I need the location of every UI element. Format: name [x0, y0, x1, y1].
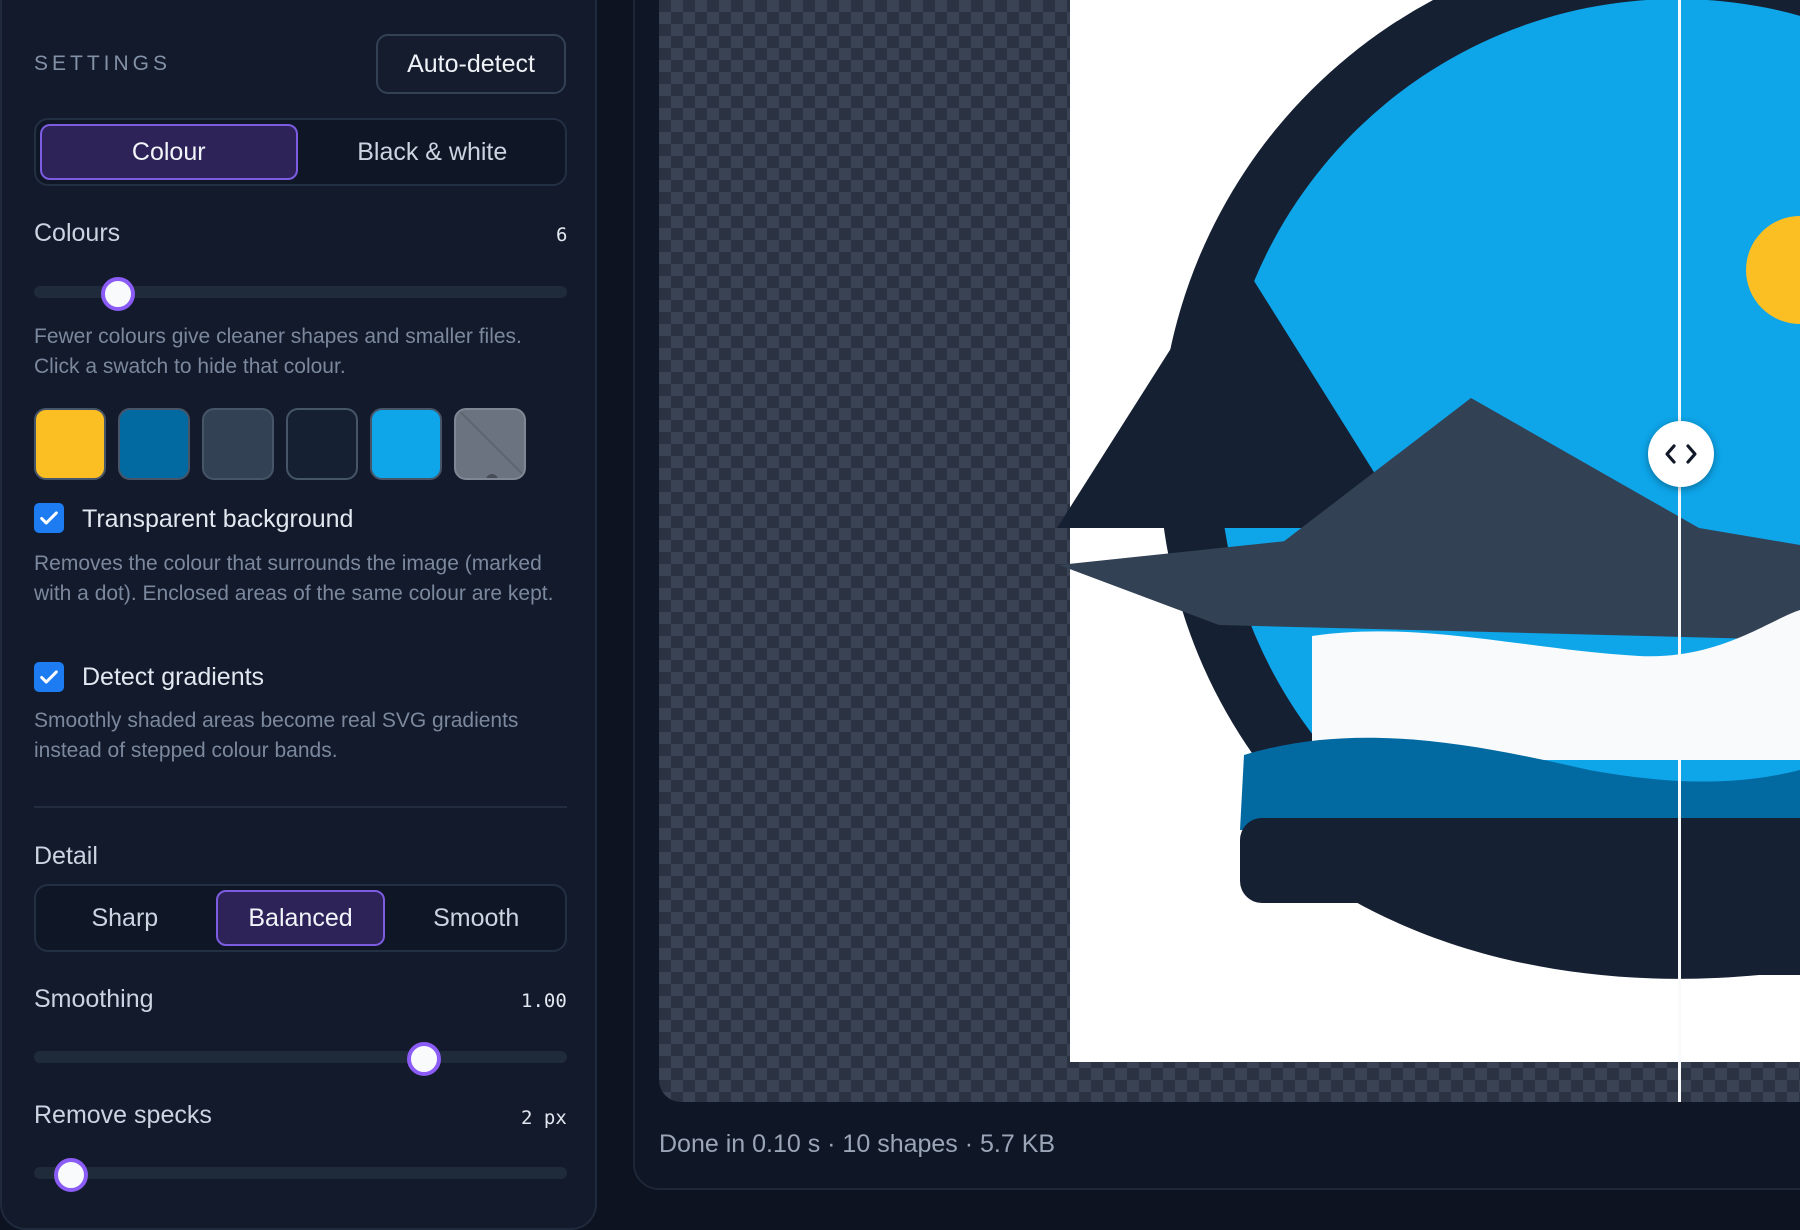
smoothing-label: Smoothing [34, 985, 154, 1013]
transparent-background-help: Removes the colour that surrounds the im… [34, 552, 554, 605]
status-text: Done in 0.10 s · 10 shapes · 5.7 KB [659, 1130, 1056, 1158]
colours-slider-thumb[interactable] [100, 277, 135, 311]
colours-help: Fewer colours give cleaner shapes and sm… [34, 325, 522, 378]
comparison-split-line[interactable] [1678, 0, 1681, 1102]
smoothing-slider-thumb[interactable] [407, 1042, 442, 1076]
smoothing-value: 1.00 [521, 990, 567, 1012]
detail-smooth[interactable]: Smooth [391, 890, 561, 946]
colour-swatches [34, 408, 526, 480]
colours-value: 6 [556, 224, 568, 246]
mode-toggle: Colour Black & white [34, 118, 567, 186]
detail-balanced[interactable]: Balanced [215, 890, 386, 946]
smoothing-slider[interactable] [34, 1042, 567, 1076]
remove-specks-slider[interactable] [34, 1158, 567, 1192]
section-divider [34, 806, 567, 808]
transparent-background-label[interactable]: Transparent background [82, 505, 353, 534]
tab-colour[interactable]: Colour [40, 124, 298, 180]
swatch-yellow[interactable] [34, 408, 106, 480]
transparent-background-checkbox[interactable] [34, 503, 64, 533]
detect-gradients-checkbox[interactable] [34, 662, 64, 692]
background-dot-marker [486, 474, 498, 478]
tab-black-white[interactable]: Black & white [304, 124, 562, 180]
split-arrows-icon[interactable] [1648, 421, 1714, 487]
checkmark-icon [40, 670, 58, 684]
detail-label: Detail [34, 842, 98, 870]
checkmark-icon [40, 511, 58, 525]
colours-label: Colours [34, 219, 121, 247]
swatch-slate[interactable] [202, 408, 274, 480]
remove-specks-value: 2 px [521, 1107, 567, 1129]
colours-slider[interactable] [34, 277, 567, 311]
remove-specks-slider-thumb[interactable] [53, 1158, 88, 1192]
preview-canvas[interactable] [659, 0, 1800, 1102]
detect-gradients-label[interactable]: Detect gradients [82, 663, 264, 692]
auto-detect-button[interactable]: Auto-detect [376, 34, 566, 94]
swatch-navy[interactable] [286, 408, 358, 480]
settings-title: SETTINGS [34, 52, 172, 75]
swatch-dark-blue[interactable] [118, 408, 190, 480]
detail-sharp[interactable]: Sharp [40, 890, 210, 946]
detail-toggle: Sharp Balanced Smooth [34, 884, 567, 952]
remove-specks-label: Remove specks [34, 1101, 212, 1129]
swatch-hidden-gray[interactable] [454, 408, 526, 480]
detect-gradients-help: Smoothly shaded areas become real SVG gr… [34, 709, 519, 762]
logo-artwork [1057, 0, 1800, 1062]
swatch-sky-blue[interactable] [370, 408, 442, 480]
